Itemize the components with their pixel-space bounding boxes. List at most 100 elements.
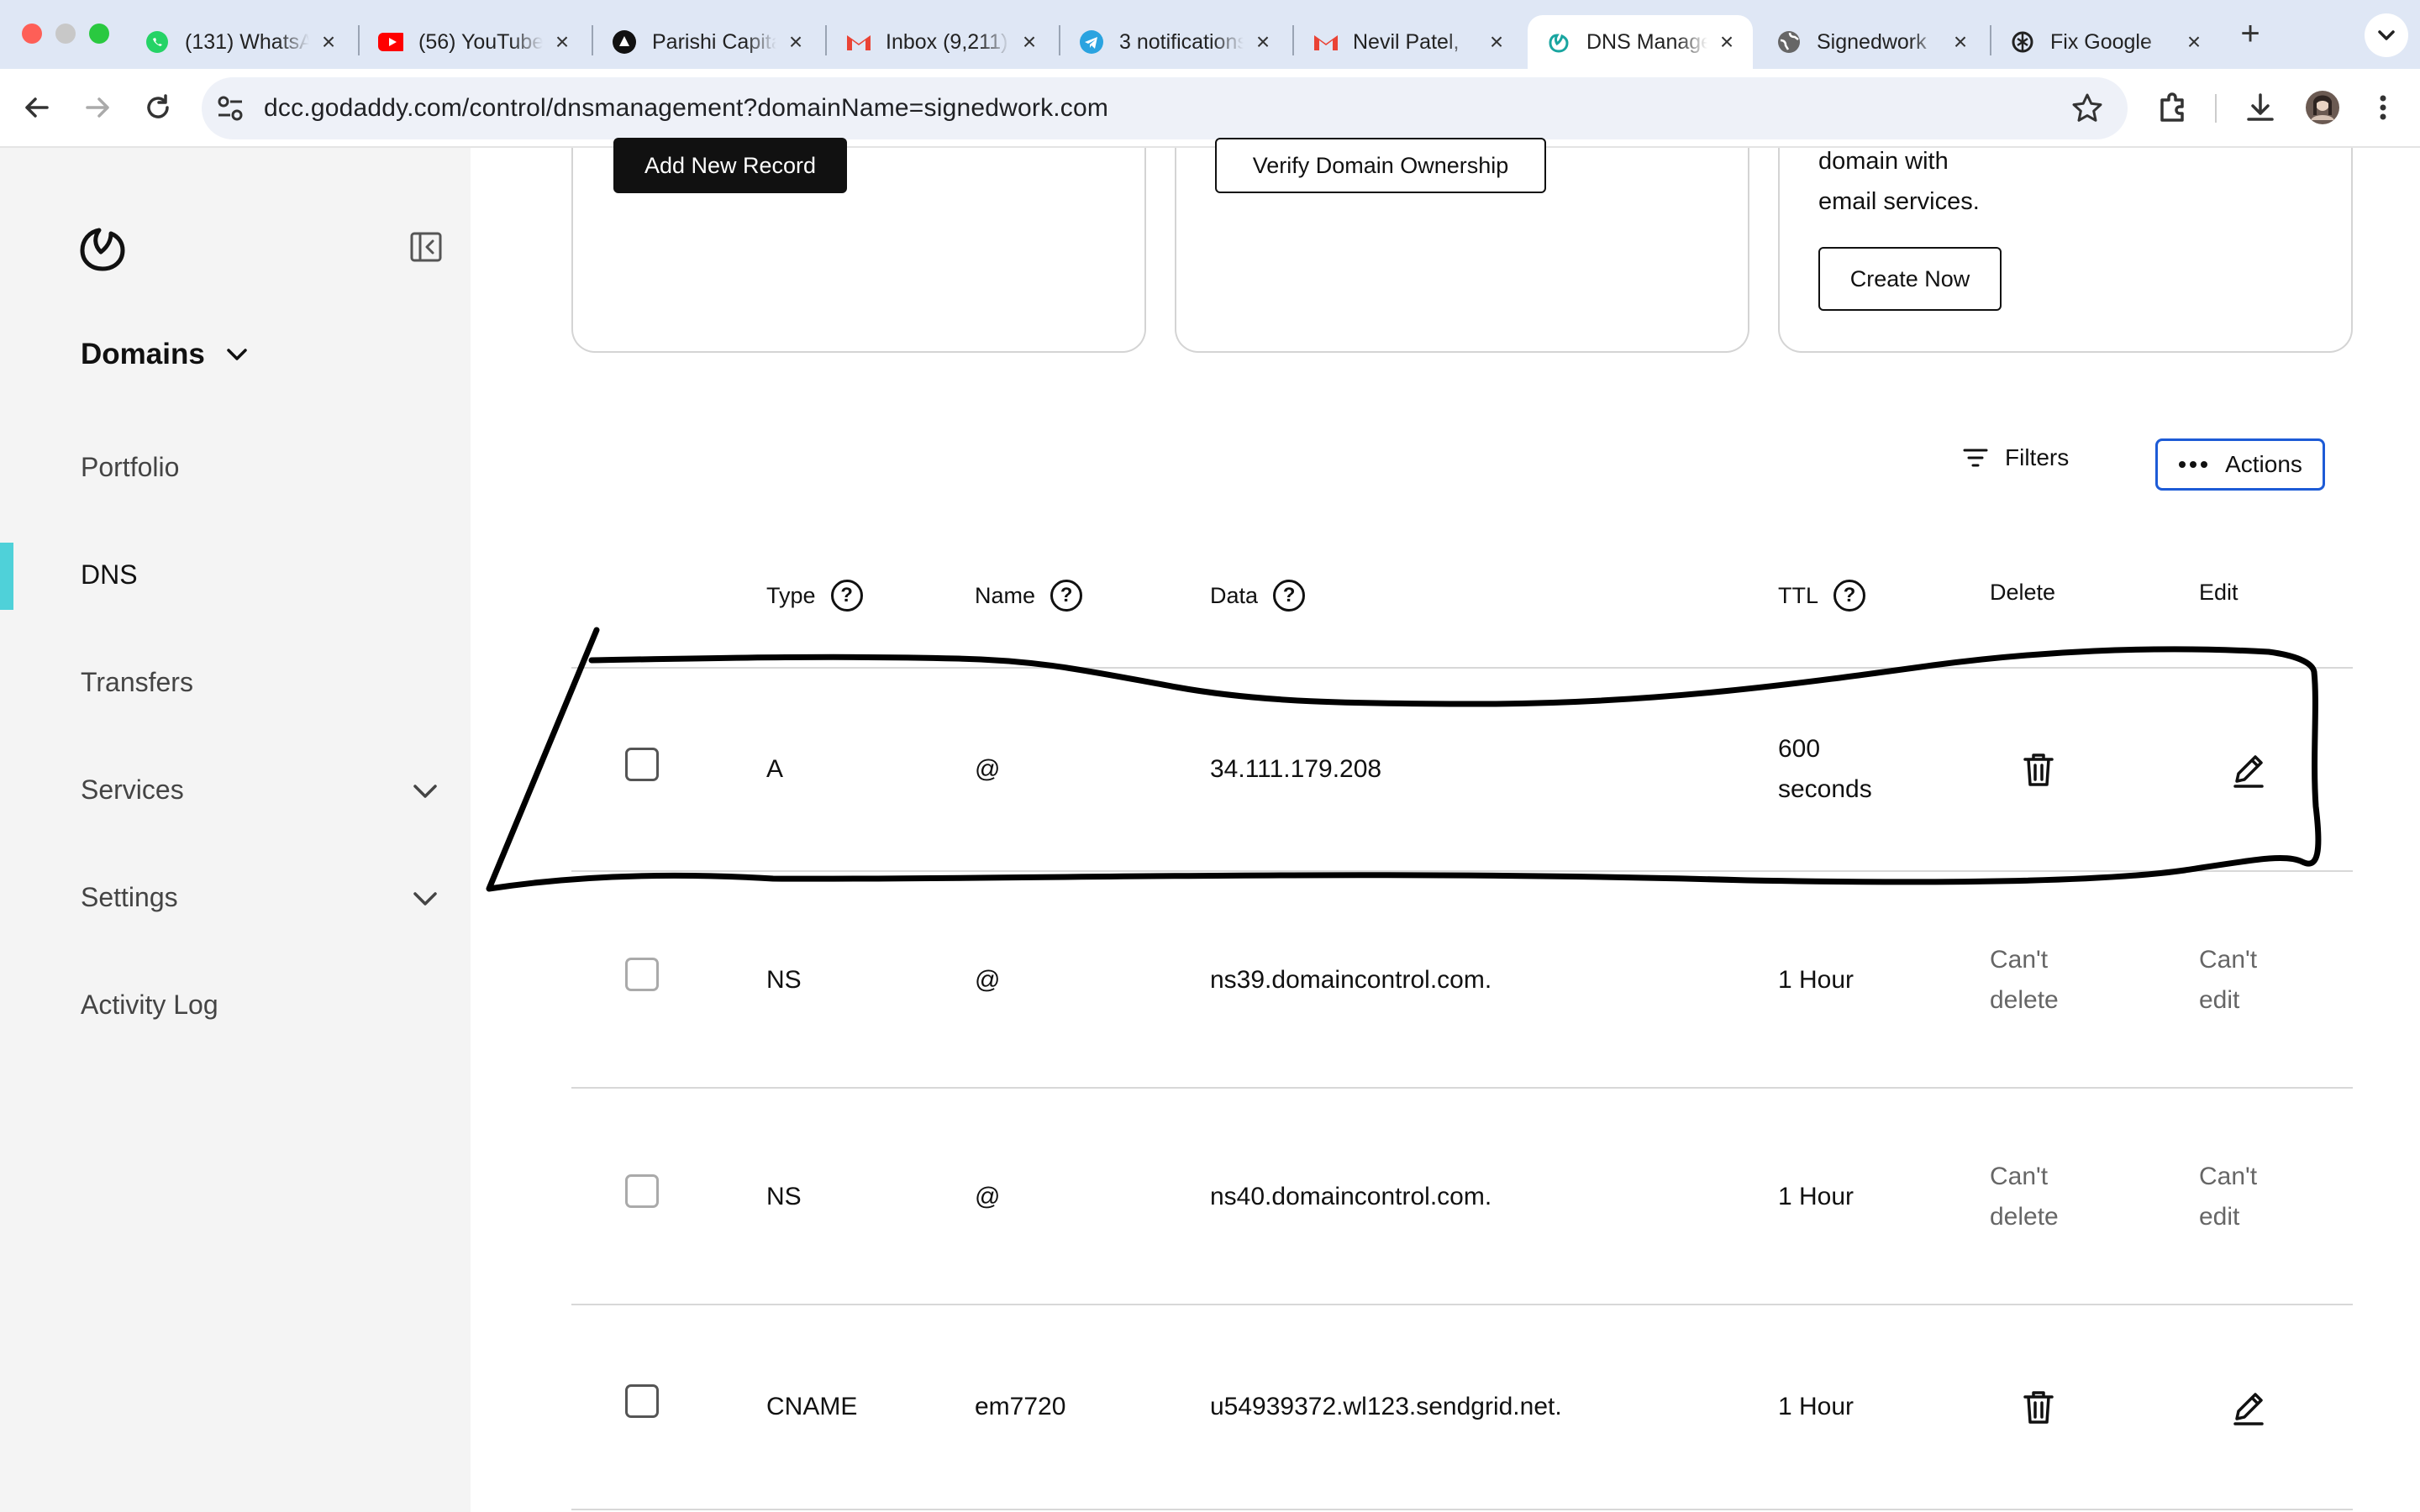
type-header-label: Type xyxy=(766,582,816,608)
record-type: NS xyxy=(766,966,802,994)
new-tab-button[interactable]: + xyxy=(2232,15,2269,55)
tab-title: Signedwork xyxy=(1817,29,1927,54)
tab-title: Inbox (9,211) xyxy=(886,29,1008,54)
sidebar-item-settings[interactable]: Settings xyxy=(81,882,178,913)
bookmark-star-icon[interactable] xyxy=(2070,92,2104,125)
collapse-sidebar-icon[interactable] xyxy=(410,232,442,262)
column-header-data: Data ? xyxy=(1210,580,1306,612)
sidebar: Domains Portfolio DNS Transfers Services… xyxy=(0,148,471,1512)
record-name: @ xyxy=(975,1183,1001,1210)
browser-tab[interactable]: Parishi Capital × xyxy=(593,15,822,69)
browser-tab[interactable]: Inbox (9,211) × xyxy=(827,15,1055,69)
browser-menu-button[interactable] xyxy=(2363,87,2403,128)
ttl-header-label: TTL xyxy=(1778,582,1819,608)
youtube-icon xyxy=(378,29,403,55)
browser-tab[interactable]: 3 notifications × xyxy=(1060,15,1289,69)
record-data: ns40.domaincontrol.com. xyxy=(1210,1183,1492,1210)
avatar-icon xyxy=(2306,91,2339,124)
help-icon[interactable]: ? xyxy=(1273,580,1306,612)
chevron-down-icon[interactable] xyxy=(410,776,440,806)
delete-header-label: Delete xyxy=(1990,580,2056,605)
record-ttl: 1 Hour xyxy=(1778,1393,1854,1420)
record-type: NS xyxy=(766,1183,802,1210)
verify-domain-ownership-button[interactable]: Verify Domain Ownership xyxy=(1215,138,1546,193)
download-icon xyxy=(2247,93,2274,121)
row-divider xyxy=(571,1509,2353,1510)
sidebar-item-services[interactable]: Services xyxy=(81,774,184,806)
row-checkbox[interactable] xyxy=(625,958,659,991)
toolbar-separator xyxy=(2215,94,2217,123)
record-ttl: 600 xyxy=(1778,735,1821,763)
close-tab-icon[interactable]: × xyxy=(551,29,573,55)
name-header-label: Name xyxy=(975,582,1036,608)
actions-button[interactable]: Actions xyxy=(2155,438,2325,491)
add-new-record-button[interactable]: Add New Record xyxy=(613,138,847,193)
sidebar-item-portfolio[interactable]: Portfolio xyxy=(81,452,179,483)
more-vertical-icon xyxy=(2380,95,2386,120)
data-header-label: Data xyxy=(1210,582,1259,608)
close-tab-icon[interactable]: × xyxy=(785,29,807,55)
window-close-button[interactable] xyxy=(22,24,42,44)
close-tab-icon[interactable]: × xyxy=(1716,29,1738,55)
browser-tab[interactable]: Nevil Patel, × xyxy=(1294,15,1523,69)
help-icon[interactable]: ? xyxy=(1833,580,1866,612)
pencil-icon[interactable] xyxy=(2228,749,2269,790)
close-tab-icon[interactable]: × xyxy=(1252,29,1274,55)
sidebar-item-dns[interactable]: DNS xyxy=(81,559,138,591)
reload-button[interactable] xyxy=(138,87,178,128)
row-checkbox[interactable] xyxy=(625,1174,659,1208)
chevron-down-icon[interactable] xyxy=(410,884,440,914)
godaddy-icon xyxy=(1546,29,1571,55)
godaddy-logo[interactable] xyxy=(77,223,128,274)
whatsapp-icon xyxy=(145,29,170,55)
close-tab-icon[interactable]: × xyxy=(1486,29,1507,55)
column-header-name: Name ? xyxy=(975,580,1083,612)
filters-button[interactable]: Filters xyxy=(1961,444,2069,472)
tab-title: DNS Management xyxy=(1586,29,1707,54)
profile-avatar[interactable] xyxy=(2302,87,2343,128)
parishi-icon xyxy=(612,29,637,55)
row-divider xyxy=(571,667,2353,669)
sidebar-item-activity-log[interactable]: Activity Log xyxy=(81,990,218,1021)
trash-icon[interactable] xyxy=(2018,749,2059,790)
close-tab-icon[interactable]: × xyxy=(1949,29,1971,55)
record-data: ns39.domaincontrol.com. xyxy=(1210,966,1492,994)
forward-button[interactable] xyxy=(77,87,118,128)
row-checkbox[interactable] xyxy=(625,748,659,781)
filter-icon xyxy=(1963,449,1988,467)
record-type: CNAME xyxy=(766,1393,858,1420)
create-now-button[interactable]: Create Now xyxy=(1818,247,2002,311)
browser-tab[interactable]: Fix Google × xyxy=(1991,15,2220,69)
column-header-type: Type ? xyxy=(766,580,863,612)
tab-search-button[interactable] xyxy=(2365,13,2408,57)
window-minimize-button[interactable] xyxy=(55,24,76,44)
record-name: em7720 xyxy=(975,1393,1066,1420)
browser-tab[interactable]: (131) WhatsApp × xyxy=(126,15,355,69)
sidebar-item-transfers[interactable]: Transfers xyxy=(81,667,193,698)
trash-icon[interactable] xyxy=(2018,1387,2059,1427)
close-tab-icon[interactable]: × xyxy=(318,29,339,55)
row-checkbox[interactable] xyxy=(625,1384,659,1418)
cant-edit-text: edit xyxy=(2199,986,2240,1014)
browser-tab[interactable]: Signedwork × xyxy=(1758,15,1986,69)
close-tab-icon[interactable]: × xyxy=(2183,29,2205,55)
filters-label: Filters xyxy=(2005,444,2070,470)
close-tab-icon[interactable]: × xyxy=(1018,29,1040,55)
window-zoom-button[interactable] xyxy=(89,24,109,44)
help-icon[interactable]: ? xyxy=(830,580,863,612)
downloads-button[interactable] xyxy=(2240,87,2281,128)
browser-tab[interactable]: (56) YouTube × xyxy=(360,15,588,69)
browser-tab-active[interactable]: DNS Management × xyxy=(1528,15,1753,69)
column-header-ttl: TTL ? xyxy=(1778,580,1866,612)
help-icon[interactable]: ? xyxy=(1050,580,1083,612)
back-button[interactable] xyxy=(17,87,57,128)
extensions-button[interactable] xyxy=(2153,87,2193,128)
browser-toolbar: dcc.godaddy.com/control/dnsmanagement?do… xyxy=(0,69,2420,148)
column-header-delete: Delete xyxy=(1990,580,2055,606)
pencil-icon[interactable] xyxy=(2228,1387,2269,1427)
arrow-left-icon xyxy=(25,97,49,118)
domains-menu[interactable]: Domains xyxy=(81,338,252,371)
tab-title: Nevil Patel, xyxy=(1353,29,1460,54)
address-bar[interactable]: dcc.godaddy.com/control/dnsmanagement?do… xyxy=(202,77,2128,139)
site-settings-icon[interactable] xyxy=(215,93,245,123)
